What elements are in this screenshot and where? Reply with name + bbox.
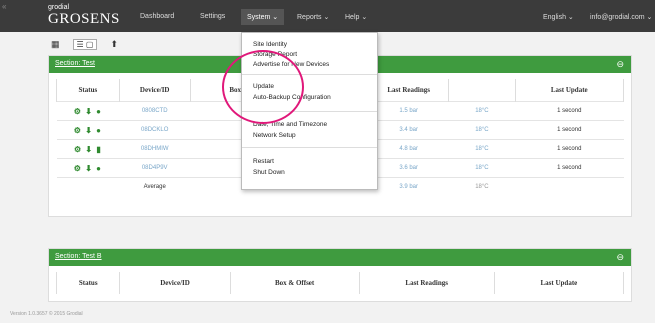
reading-cell: 18°C (448, 101, 516, 121)
reading-cell: 18°C (448, 139, 516, 159)
col-last-readings: Last Readings (358, 272, 495, 294)
reading-cell: 1.5 bar (368, 101, 449, 121)
menu-item-site-identity[interactable]: Site Identity (253, 41, 287, 48)
status-icons: ⚙ ⬇ ● (73, 125, 102, 135)
last-update-cell: 1 second (515, 120, 624, 140)
average-label: Average (119, 177, 191, 196)
device-table: Status Device/ID Box & Offset Last Readi… (55, 272, 625, 294)
menu-item-network-setup[interactable]: Network Setup (253, 132, 296, 139)
reading-cell: 3.6 bar (368, 158, 449, 178)
col-device: Device/ID (118, 79, 191, 102)
col-status: Status (56, 79, 120, 102)
nav-help[interactable]: Help ⌄ (345, 13, 367, 21)
grid-view-icon[interactable]: ▦ (48, 39, 63, 50)
view-toolbar: ▦ ☰ ▢ ⬆ (48, 38, 121, 50)
device-id-link[interactable]: 08D4P9V (119, 158, 191, 178)
brand-name: GROSENS (48, 11, 120, 27)
nav-settings[interactable]: Settings (200, 13, 225, 20)
last-update-cell: 1 second (515, 139, 624, 159)
average-reading: 3.9 bar (368, 177, 449, 196)
user-menu[interactable]: info@grodial.com ⌄ (590, 13, 652, 21)
pin-icon[interactable]: ⬆ (107, 39, 121, 50)
status-icons: ⚙ ⬇ ▮ (74, 144, 102, 154)
menu-item-restart[interactable]: Restart (253, 158, 274, 165)
col-last-update: Last Update (514, 79, 625, 102)
col-last-update: Last Update (493, 272, 625, 294)
col-box-offset: Box & Offset (229, 272, 360, 294)
reading-cell: 3.4 bar (368, 120, 449, 140)
status-icons: ⚙ ⬇ ● (73, 163, 102, 173)
reading-cell: 18°C (448, 120, 516, 140)
average-temp: 18°C (448, 177, 516, 196)
section-panel-test-b: Section: Test B ⊖ Status Device/ID Box &… (48, 248, 632, 302)
top-navbar: grodial GROSENS Dashboard Settings Syste… (0, 0, 655, 32)
status-icons: ⚙ ⬇ ● (73, 106, 102, 116)
device-id-link[interactable]: 08DHMIW (119, 139, 191, 159)
reading-cell: 18°C (448, 158, 516, 178)
device-id-link[interactable]: 08DCKLO (119, 120, 191, 140)
col-last-readings: Last Readings (368, 79, 450, 102)
nav-reports[interactable]: Reports ⌄ (297, 13, 329, 21)
highlight-circle (222, 50, 304, 124)
nav-system[interactable]: System ⌄ (241, 9, 285, 25)
col-status: Status (55, 272, 121, 294)
last-update-cell: 1 second (515, 158, 624, 178)
language-selector[interactable]: English ⌄ (543, 13, 574, 21)
brand-logo[interactable]: grodial GROSENS (48, 4, 120, 27)
col-device: Device/ID (119, 272, 231, 294)
device-id-link[interactable]: 0808CTD (119, 101, 191, 121)
reading-cell: 4.8 bar (368, 139, 449, 159)
nav-dashboard[interactable]: Dashboard (140, 13, 174, 20)
last-update-cell: 1 second (515, 101, 624, 121)
collapse-icon[interactable]: « (2, 2, 6, 11)
panel-title[interactable]: Section: Test B (55, 253, 102, 260)
version-footer: Version 1.0.3657 © 2015 Grodial (10, 311, 83, 317)
collapse-toggle-icon[interactable]: ⊖ (616, 252, 624, 263)
col-unit (448, 79, 516, 102)
collapse-toggle-icon[interactable]: ⊖ (616, 59, 624, 70)
panel-title[interactable]: Section: Test (55, 60, 95, 67)
panel-header: Section: Test B ⊖ (49, 249, 631, 266)
menu-item-shut-down[interactable]: Shut Down (253, 169, 285, 176)
menu-divider (242, 147, 377, 148)
list-view-icon[interactable]: ☰ ▢ (72, 38, 98, 50)
brand-small: grodial (48, 4, 70, 11)
